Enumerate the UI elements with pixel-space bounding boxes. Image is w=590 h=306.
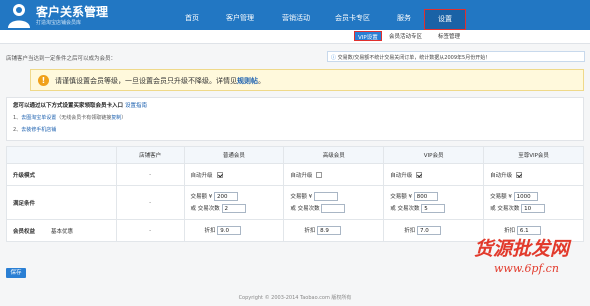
main-nav: 首页 客户管理 营销活动 会员卡专区 服务 设置 <box>0 9 590 30</box>
header-senior-member: 高级会员 <box>283 146 385 164</box>
nav-home[interactable]: 首页 <box>185 13 199 23</box>
level-2-benefit: 折扣 8.9 <box>283 219 385 242</box>
store-customer-dash: - <box>115 163 185 186</box>
level-3-conditions: 交易额 ¥ 800 或 交易次数 5 <box>383 185 485 220</box>
sub-nav-bar: VIP设置 会员活动专区 标签管理 <box>0 30 590 44</box>
nav-service[interactable]: 服务 <box>397 13 411 23</box>
count-input[interactable]: 2 <box>221 204 246 213</box>
level-2-conditions: 交易额 ¥ 或 交易次数 <box>283 185 385 220</box>
step1-prefix: 1、 <box>13 115 22 121</box>
store-customer-dash: - <box>115 185 185 220</box>
setup-guide-link[interactable]: 设置指南 <box>125 103 147 109</box>
table-header-row: 店铺客户 普通会员 高级会员 VIP会员 至尊VIP会员 <box>6 146 584 164</box>
subnav-tag-management[interactable]: 标签管理 <box>438 32 460 40</box>
guide-title-text: 您可以通过以下方式设置买家领取会员卡入口 <box>13 103 124 109</box>
discount-input[interactable]: 9.0 <box>217 226 242 235</box>
amount-input[interactable] <box>313 192 338 201</box>
header-store-customer: 店铺客户 <box>115 146 185 164</box>
copy-link[interactable]: 复制 <box>111 115 121 121</box>
nav-member-card[interactable]: 会员卡专区 <box>335 13 370 23</box>
conditions-row: 满足条件 - 交易额 ¥ 200 或 交易次数 2 交易额 ¥ 或 交易次数 交… <box>6 185 584 220</box>
top-bar: 客户关系管理 打造淘宝店铺会员库 首页 客户管理 营销活动 会员卡专区 服务 设… <box>0 0 590 30</box>
level-3-upgrade: 自动升级 <box>383 163 485 186</box>
subnav-vip-settings[interactable]: VIP设置 <box>354 31 382 41</box>
level-4-upgrade: 自动升级 <box>483 163 584 186</box>
nav-marketing[interactable]: 营销活动 <box>282 13 310 23</box>
nav-customer-management[interactable]: 客户管理 <box>226 13 254 23</box>
amount-input[interactable]: 1000 <box>513 192 538 201</box>
upgrade-mode-row: 升级模式 - 自动升级 自动升级 自动升级 自动升级 <box>6 163 584 186</box>
step1-text: （无线会员卡有领取链接 <box>56 115 112 121</box>
row-label-upgrade-mode: 升级模式 <box>6 163 117 186</box>
nav-settings[interactable]: 设置 <box>424 9 466 30</box>
guide-title: 您可以通过以下方式设置买家领取会员卡入口 设置指南 <box>13 101 577 109</box>
store-customer-dash: - <box>115 219 185 242</box>
header-regular-member: 普通会员 <box>183 146 285 164</box>
intro-text: 店铺客户当达到一定条件之后可以成为会员： <box>6 56 117 62</box>
rules-link[interactable]: 规则帖 <box>237 77 258 85</box>
row-label-conditions: 满足条件 <box>6 185 117 220</box>
taobao-setup-link[interactable]: 去图淘宝单设置 <box>21 115 56 121</box>
mobile-shop-link[interactable]: 去装修手机店铺 <box>21 127 56 133</box>
count-input[interactable] <box>321 204 346 213</box>
header-supreme-vip: 至尊VIP会员 <box>483 146 584 164</box>
amount-input[interactable]: 200 <box>214 192 238 201</box>
watermark-url: www.6pf.cn <box>494 262 559 275</box>
basic-discount-label: 基本优惠 <box>51 228 74 235</box>
warning-icon: ! <box>38 75 49 86</box>
save-button[interactable]: 保存 <box>6 268 26 278</box>
count-input[interactable]: 10 <box>521 204 546 213</box>
level-1-upgrade: 自动升级 <box>183 163 285 186</box>
header-empty <box>6 146 117 164</box>
member-card-guide: 您可以通过以下方式设置买家领取会员卡入口 设置指南 1、去图淘宝单设置（无线会员… <box>6 97 584 141</box>
warning-text: 请谨慎设置会员等级，一旦设置会员只升级不降级。详情见 <box>55 77 237 85</box>
auto-upgrade-checkbox[interactable] <box>516 172 523 178</box>
stats-notice-text: 交易数/交易额不统计交易关闭订单，统计数据从2009年5月份开始！ <box>337 55 491 61</box>
step1-close: ） <box>121 115 127 121</box>
step2-prefix: 2、 <box>13 127 22 133</box>
stats-notice: ⓘ 交易数/交易额不统计交易关闭订单，统计数据从2009年5月份开始！ <box>327 51 585 62</box>
level-3-benefit: 折扣 7.0 <box>383 219 485 242</box>
footer-copyright: Copyright © 2003-2014 Taobao.com 版权所有 <box>238 295 352 301</box>
info-icon: ⓘ <box>331 55 337 61</box>
guide-step-1: 1、去图淘宝单设置（无线会员卡有领取链接复制） <box>13 114 577 121</box>
auto-upgrade-checkbox[interactable] <box>316 172 323 178</box>
guide-step-2: 2、去装修手机店铺 <box>13 126 577 133</box>
level-2-upgrade: 自动升级 <box>283 163 385 186</box>
warning-tail: 。 <box>258 77 265 85</box>
level-4-conditions: 交易额 ¥ 1000 或 交易次数 10 <box>483 185 584 220</box>
discount-input[interactable]: 7.0 <box>416 226 441 235</box>
row-label-benefits: 会员权益 基本优惠 <box>6 219 117 242</box>
member-level-table: 店铺客户 普通会员 高级会员 VIP会员 至尊VIP会员 升级模式 - 自动升级… <box>6 146 584 242</box>
warning-banner: ! 请谨慎设置会员等级，一旦设置会员只升级不降级。详情见规则帖。 <box>30 69 584 91</box>
count-input[interactable]: 5 <box>421 204 446 213</box>
header-vip-member: VIP会员 <box>383 146 485 164</box>
watermark-text: 货源批发网 <box>474 238 570 260</box>
amount-input[interactable]: 800 <box>413 192 438 201</box>
discount-input[interactable]: 8.9 <box>317 226 342 235</box>
level-1-conditions: 交易额 ¥ 200 或 交易次数 2 <box>183 185 285 220</box>
subnav-member-activities[interactable]: 会员活动专区 <box>389 32 422 40</box>
auto-upgrade-checkbox[interactable] <box>416 172 423 178</box>
level-1-benefit: 折扣 9.0 <box>183 219 285 242</box>
auto-upgrade-checkbox[interactable] <box>216 172 223 178</box>
